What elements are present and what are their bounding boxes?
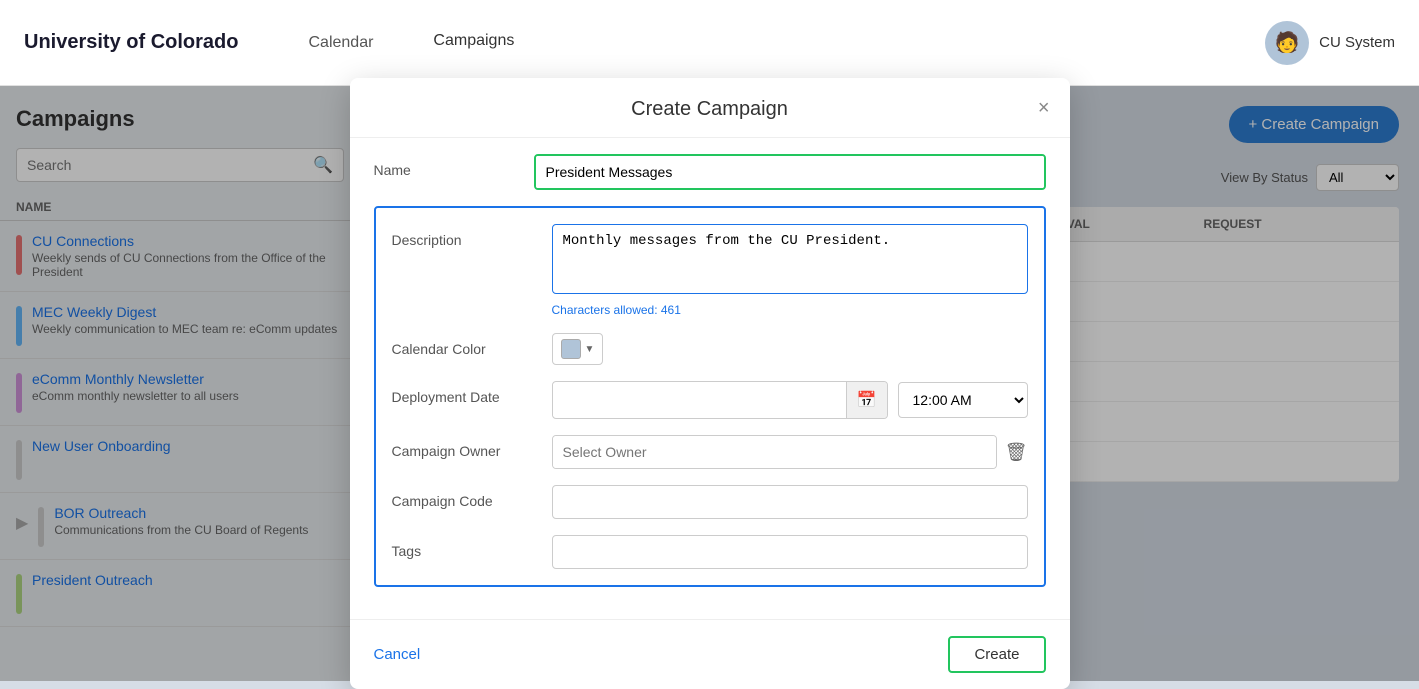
name-field-wrapper bbox=[534, 154, 1046, 190]
name-field-group: Name bbox=[374, 154, 1046, 190]
color-picker-button[interactable]: ▼ bbox=[552, 333, 604, 365]
modal-title: Create Campaign bbox=[631, 98, 788, 120]
main-content: Campaigns 🔍 NAME CU Connections Weekly s… bbox=[0, 86, 1419, 681]
name-label: Name bbox=[374, 154, 534, 178]
owner-label: Campaign Owner bbox=[392, 435, 552, 459]
owner-input-wrapper bbox=[552, 435, 997, 469]
desc-label: Description bbox=[392, 224, 552, 248]
desc-input[interactable]: Monthly messages from the CU President. bbox=[552, 224, 1028, 294]
modal-footer: Cancel Create bbox=[350, 619, 1070, 689]
owner-wrapper: 🗑 bbox=[552, 435, 1028, 469]
nav-campaigns[interactable]: Campaigns bbox=[423, 0, 524, 86]
chevron-down-icon: ▼ bbox=[585, 344, 595, 355]
time-select[interactable]: 12:00 AM 12:30 AM 1:00 AM bbox=[898, 382, 1028, 418]
tags-label: Tags bbox=[392, 535, 552, 559]
modal-overlay: Create Campaign × Name Description bbox=[0, 86, 1419, 681]
desc-chars: Characters allowed: 461 bbox=[552, 303, 1028, 317]
color-field-group: Calendar Color ▼ bbox=[392, 333, 1028, 365]
tags-input[interactable] bbox=[552, 535, 1028, 569]
blue-form-section: Description Monthly messages from the CU… bbox=[374, 206, 1046, 587]
main-nav: Calendar Campaigns bbox=[298, 0, 1265, 86]
modal-header: Create Campaign × bbox=[350, 78, 1070, 138]
color-label: Calendar Color bbox=[392, 333, 552, 357]
calendar-icon-button[interactable]: 📅 bbox=[846, 382, 887, 418]
avatar-icon: 🧑 bbox=[1275, 30, 1300, 55]
name-input[interactable] bbox=[536, 156, 1044, 188]
date-label: Deployment Date bbox=[392, 381, 552, 405]
desc-field-group: Description Monthly messages from the CU… bbox=[392, 224, 1028, 317]
color-swatch bbox=[561, 339, 581, 359]
logo: University of Colorado bbox=[24, 31, 238, 54]
owner-field-group: Campaign Owner 🗑 bbox=[392, 435, 1028, 469]
cancel-button[interactable]: Cancel bbox=[374, 646, 421, 663]
create-button[interactable]: Create bbox=[948, 636, 1045, 673]
code-label: Campaign Code bbox=[392, 485, 552, 509]
date-field-group: Deployment Date 📅 12:00 AM 12:30 AM 1:00… bbox=[392, 381, 1028, 419]
date-row: 📅 12:00 AM 12:30 AM 1:00 AM bbox=[552, 381, 1028, 419]
code-field-group: Campaign Code bbox=[392, 485, 1028, 519]
tags-field-group: Tags bbox=[392, 535, 1028, 569]
date-input-wrapper: 📅 bbox=[552, 381, 888, 419]
nav-calendar[interactable]: Calendar bbox=[298, 0, 383, 86]
delete-owner-icon[interactable]: 🗑 bbox=[1005, 442, 1028, 463]
desc-wrapper: Monthly messages from the CU President. … bbox=[552, 224, 1028, 317]
date-input[interactable] bbox=[553, 384, 846, 416]
user-info: 🧑 CU System bbox=[1265, 21, 1395, 65]
create-campaign-modal: Create Campaign × Name Description bbox=[350, 78, 1070, 689]
close-button[interactable]: × bbox=[1038, 98, 1050, 118]
header: University of Colorado Calendar Campaign… bbox=[0, 0, 1419, 86]
avatar: 🧑 bbox=[1265, 21, 1309, 65]
user-name: CU System bbox=[1319, 34, 1395, 51]
modal-body: Name Description Monthly messages from t… bbox=[350, 138, 1070, 619]
owner-input[interactable] bbox=[553, 436, 996, 468]
code-input[interactable] bbox=[552, 485, 1028, 519]
